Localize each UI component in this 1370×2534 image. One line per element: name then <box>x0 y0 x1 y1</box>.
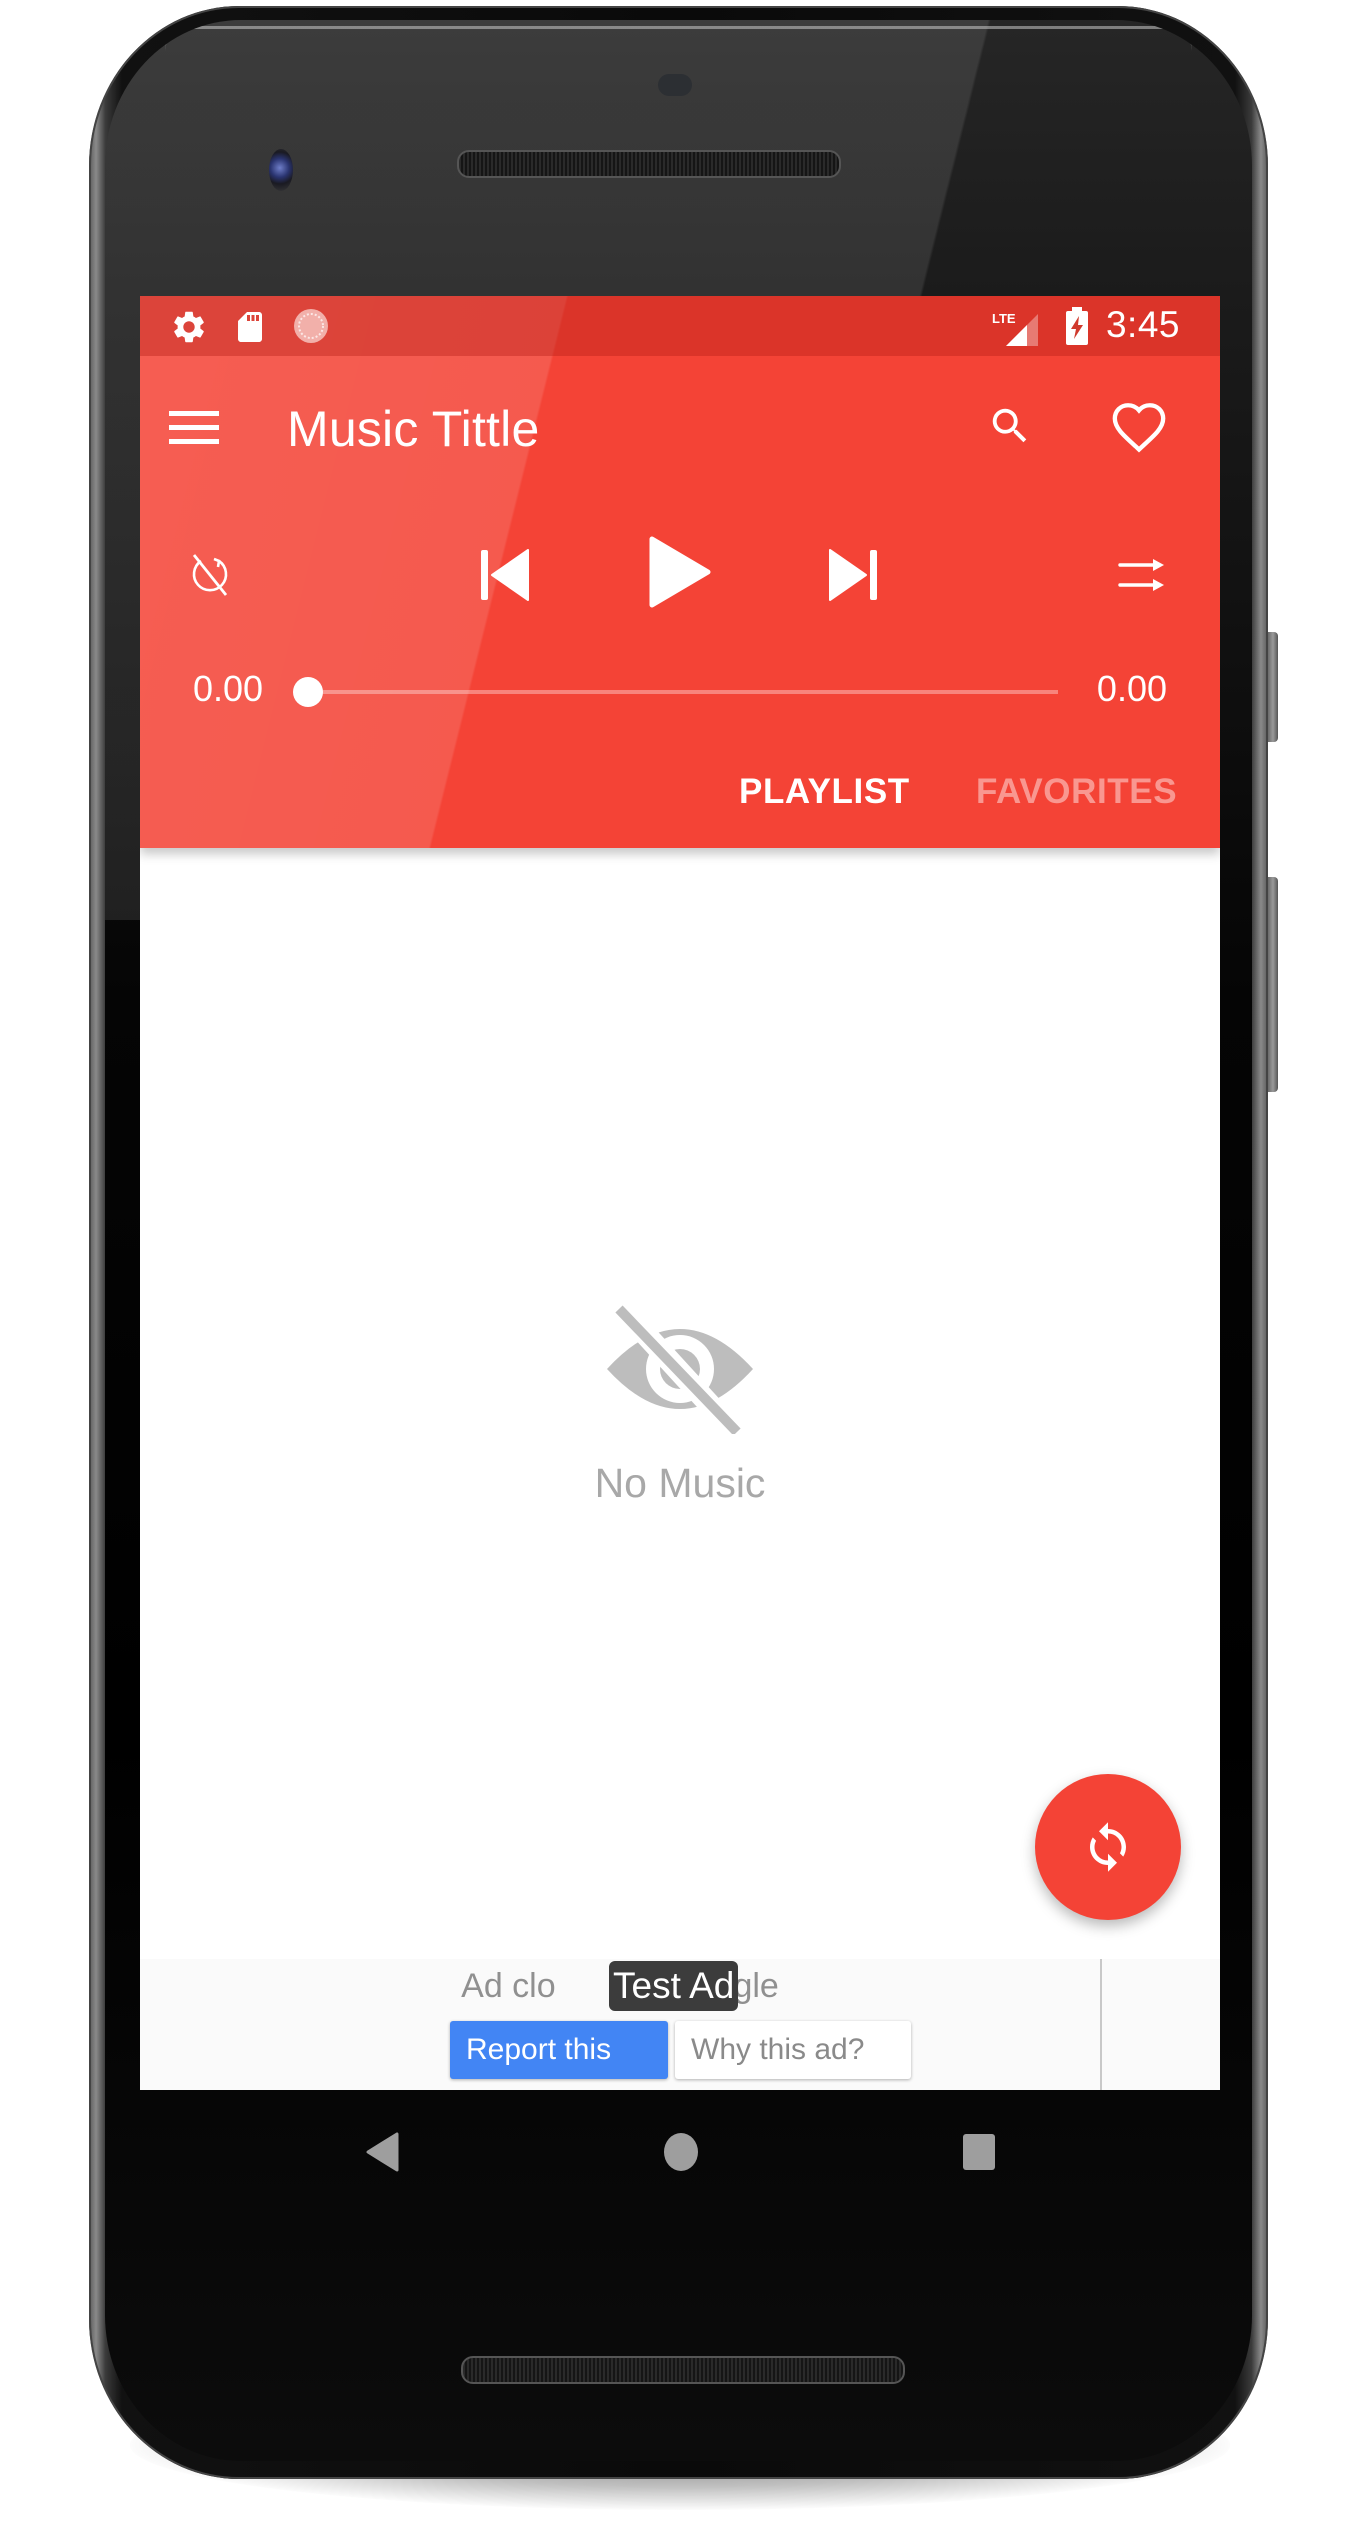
proximity-sensor <box>658 74 692 96</box>
report-ad-button[interactable]: Report this ad <box>450 2021 668 2079</box>
why-this-ad-button[interactable]: Why this ad? <box>675 2021 911 2079</box>
repeat-off-icon <box>192 554 228 596</box>
ad-closed-text-left: Ad clo <box>461 1967 556 2005</box>
top-rim <box>165 26 1192 51</box>
sync-icon <box>1090 1822 1126 1872</box>
ad-divider <box>1100 1959 1102 2090</box>
seek-bar-track[interactable] <box>308 690 1058 694</box>
hamburger-menu-icon <box>169 411 219 444</box>
tab-bar: PLAYLIST FAVORITES <box>140 748 1220 848</box>
ad-banner: Ad clooogle Test Ad Report this ad Why t… <box>140 1959 1220 2090</box>
shuffle-off-icon <box>1118 559 1164 591</box>
search-icon <box>992 408 1027 443</box>
repeat-button[interactable] <box>180 545 240 605</box>
earpiece-speaker <box>457 150 841 178</box>
back-button[interactable] <box>365 2132 399 2177</box>
heart-icon <box>1112 403 1166 453</box>
seek-row: 0.00 0.00 <box>140 646 1220 736</box>
bottom-speaker <box>461 2356 905 2384</box>
navigation-bar <box>140 2090 1220 2220</box>
lte-signal-icon: LTE <box>992 310 1040 351</box>
next-button[interactable] <box>818 540 888 610</box>
shuffle-button[interactable] <box>1112 545 1172 605</box>
skip-next-icon <box>829 549 877 601</box>
front-camera <box>269 149 293 191</box>
volume-rocker[interactable] <box>1268 877 1278 1092</box>
status-bar: LTE 3:45 <box>140 296 1220 356</box>
visibility-off-icon <box>605 1304 755 1439</box>
battery-charging-icon <box>1065 307 1089 350</box>
search-button[interactable] <box>978 394 1042 458</box>
sd-card-icon <box>232 308 268 351</box>
player-header: LTE 3:45 Music Tittle 0.00 0.00 PLAYLIST… <box>140 296 1220 848</box>
power-button[interactable] <box>1268 632 1278 742</box>
total-time: 0.00 <box>1096 668 1167 709</box>
app-bar: Music Tittle <box>140 356 1220 500</box>
home-icon <box>664 2133 698 2171</box>
why-this-ad-label: Why this ad? <box>691 2033 865 2066</box>
tab-playlist[interactable]: PLAYLIST <box>739 772 910 812</box>
screen: LTE 3:45 Music Tittle 0.00 0.00 PLAYLIST… <box>140 296 1220 2090</box>
skip-previous-icon <box>481 549 529 601</box>
recents-icon <box>963 2134 995 2170</box>
recents-button[interactable] <box>961 2132 999 2177</box>
refresh-fab[interactable] <box>1035 1774 1181 1920</box>
svg-text:LTE: LTE <box>992 311 1016 326</box>
current-time: 0.00 <box>193 668 264 709</box>
report-ad-label: Report this ad <box>466 2033 612 2066</box>
playback-controls <box>140 500 1220 645</box>
app-title: Music Tittle <box>287 401 540 457</box>
back-icon <box>366 2132 399 2172</box>
previous-button[interactable] <box>470 540 540 610</box>
empty-state-text: No Music <box>594 1460 766 1506</box>
home-button[interactable] <box>661 2132 701 2177</box>
play-icon <box>649 536 711 608</box>
test-ad-badge: Test Ad <box>609 1961 739 2011</box>
status-time: 3:45 <box>1105 304 1180 345</box>
menu-button[interactable] <box>164 398 224 458</box>
play-button[interactable] <box>638 530 722 614</box>
settings-icon <box>170 308 208 351</box>
tab-favorites[interactable]: FAVORITES <box>976 772 1177 812</box>
sync-progress-icon <box>292 307 330 350</box>
seek-bar-thumb[interactable] <box>293 677 323 707</box>
favorite-button[interactable] <box>1106 394 1172 460</box>
